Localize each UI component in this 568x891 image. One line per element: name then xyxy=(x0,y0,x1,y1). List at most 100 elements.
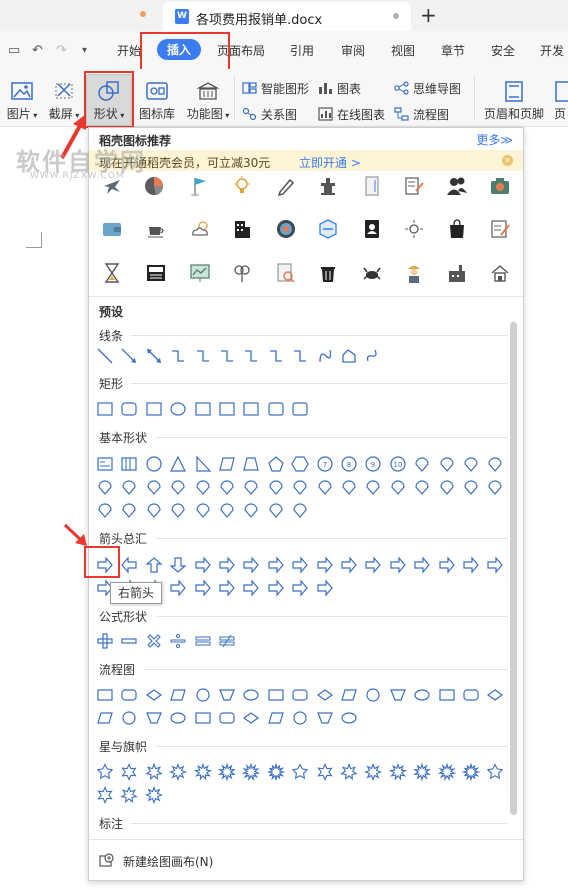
rect-shape-icon[interactable] xyxy=(291,400,309,418)
arrow-shape-icon[interactable] xyxy=(194,556,212,574)
basic-shape-shape-icon[interactable] xyxy=(291,478,309,496)
arrow-shape-icon[interactable] xyxy=(218,579,236,597)
rect-shape-icon[interactable] xyxy=(242,400,260,418)
basic-shape-shape-icon[interactable]: 9 xyxy=(364,455,382,473)
star-banner-shape-icon[interactable] xyxy=(169,763,188,781)
header-footer-button[interactable]: 页眉和页脚 xyxy=(482,80,546,122)
star-banner-shape-icon[interactable] xyxy=(120,763,138,781)
arrow-shape-icon[interactable] xyxy=(291,556,309,574)
flowchart-shape-shape-icon[interactable] xyxy=(218,709,236,727)
tab-close-dot[interactable] xyxy=(393,13,399,19)
rect-shape-icon[interactable] xyxy=(218,400,236,418)
online-chart-button[interactable]: 在线图表 xyxy=(318,106,385,123)
star-banner-shape-icon[interactable] xyxy=(388,763,407,781)
arrow-shape-icon[interactable] xyxy=(267,579,285,597)
pie-chart-icon[interactable] xyxy=(143,175,165,197)
icon-library-button[interactable]: 图标库 xyxy=(138,80,176,122)
star-banner-shape-icon[interactable] xyxy=(242,763,261,781)
arrow-shape-icon[interactable] xyxy=(218,556,236,574)
flowchart-shape-shape-icon[interactable] xyxy=(242,709,260,727)
print-icon[interactable]: ▭ xyxy=(8,43,20,58)
basic-shape-shape-icon[interactable] xyxy=(364,478,382,496)
star-banner-shape-icon[interactable] xyxy=(291,763,309,781)
plant-icon[interactable] xyxy=(231,262,253,284)
flowchart-shape-shape-icon[interactable] xyxy=(291,686,309,704)
promo-close-icon[interactable]: ✕ xyxy=(502,155,513,166)
rect-shape-icon[interactable] xyxy=(120,400,138,418)
factory-icon[interactable] xyxy=(446,262,468,284)
more-link[interactable]: 更多≫ xyxy=(476,131,513,148)
basic-shape-shape-icon[interactable] xyxy=(169,501,187,519)
flag-icon[interactable] xyxy=(189,175,211,197)
page-number-button[interactable]: 页 xyxy=(552,80,568,122)
star-banner-shape-icon[interactable] xyxy=(144,786,163,804)
flowchart-shape-shape-icon[interactable] xyxy=(120,709,138,727)
basic-shape-shape-icon[interactable] xyxy=(267,455,285,473)
flowchart-shape-shape-icon[interactable] xyxy=(169,686,187,704)
building-icon[interactable] xyxy=(231,218,253,240)
sale-sign-icon[interactable] xyxy=(145,262,167,284)
flowchart-shape-shape-icon[interactable] xyxy=(96,709,114,727)
function-chart-button[interactable]: 功能图 ▾ xyxy=(184,80,232,122)
sun-icon[interactable] xyxy=(403,218,425,240)
arrow-shape-icon[interactable] xyxy=(120,556,138,574)
star-banner-shape-icon[interactable] xyxy=(120,786,139,804)
arrow-shape-icon[interactable] xyxy=(316,556,334,574)
basic-shape-shape-icon[interactable] xyxy=(120,501,138,519)
flowchart-shape-shape-icon[interactable] xyxy=(316,709,334,727)
basic-shape-shape-icon[interactable] xyxy=(96,501,114,519)
tab-chapter[interactable]: 章节 xyxy=(441,42,465,59)
flowchart-shape-shape-icon[interactable] xyxy=(291,709,309,727)
flowchart-shape-shape-icon[interactable] xyxy=(120,686,138,704)
mindmap-button[interactable]: 思维导图 xyxy=(394,80,461,97)
new-canvas-button[interactable]: 新建绘图画布(N) xyxy=(89,839,523,880)
flowchart-shape-shape-icon[interactable] xyxy=(267,686,285,704)
basic-shape-shape-icon[interactable] xyxy=(462,455,480,473)
basic-shape-shape-icon[interactable] xyxy=(194,478,212,496)
arrow-shape-icon[interactable] xyxy=(413,556,431,574)
basic-shape-shape-icon[interactable] xyxy=(267,478,285,496)
users-icon[interactable] xyxy=(446,175,468,197)
basic-shape-shape-icon[interactable] xyxy=(486,478,504,496)
shopping-bag-icon[interactable] xyxy=(446,218,468,240)
basic-shape-shape-icon[interactable] xyxy=(96,478,114,496)
redo-icon[interactable]: ↷ xyxy=(56,43,67,58)
arrow-shape-icon[interactable] xyxy=(462,556,480,574)
line-shape-icon[interactable] xyxy=(96,347,114,365)
flowchart-shape-shape-icon[interactable] xyxy=(267,709,285,727)
promo-link[interactable]: 立即开通 > xyxy=(299,154,361,171)
worker-icon[interactable] xyxy=(403,262,425,284)
tab-references[interactable]: 引用 xyxy=(290,42,314,59)
rect-shape-icon[interactable] xyxy=(194,400,212,418)
formula-shape-shape-icon[interactable] xyxy=(218,632,236,650)
basic-shape-shape-icon[interactable] xyxy=(242,455,260,473)
star-banner-shape-icon[interactable] xyxy=(218,763,236,781)
undo-icon[interactable]: ↶ xyxy=(32,43,43,58)
rect-shape-icon[interactable] xyxy=(169,400,187,418)
basic-shape-shape-icon[interactable]: 8 xyxy=(340,455,358,473)
basic-shape-shape-icon[interactable] xyxy=(486,455,504,473)
basic-shape-shape-icon[interactable] xyxy=(96,455,114,473)
hourglass-icon[interactable] xyxy=(101,262,123,284)
crab-icon[interactable] xyxy=(361,262,383,284)
line-shape-icon[interactable] xyxy=(316,347,334,365)
arrow-shape-icon[interactable] xyxy=(169,556,187,574)
basic-shape-shape-icon[interactable] xyxy=(291,455,309,473)
line-shape-icon[interactable] xyxy=(145,347,163,365)
star-banner-shape-icon[interactable] xyxy=(486,763,504,781)
lightbulb-icon[interactable] xyxy=(231,175,253,197)
tab-view[interactable]: 视图 xyxy=(391,42,415,59)
flowchart-shape-shape-icon[interactable] xyxy=(169,709,187,727)
line-shape-icon[interactable] xyxy=(364,347,382,365)
cloud-sun-icon[interactable] xyxy=(189,218,211,240)
line-shape-icon[interactable] xyxy=(340,347,358,365)
rect-shape-icon[interactable] xyxy=(96,400,114,418)
flowchart-shape-shape-icon[interactable] xyxy=(340,686,358,704)
new-tab-button[interactable]: + xyxy=(420,3,437,27)
flowchart-shape-shape-icon[interactable] xyxy=(364,686,382,704)
line-shape-icon[interactable] xyxy=(120,347,138,365)
document-icon[interactable] xyxy=(361,175,383,197)
flowchart-shape-shape-icon[interactable] xyxy=(218,686,236,704)
hexagon-code-icon[interactable] xyxy=(317,218,339,240)
arrow-shape-icon[interactable] xyxy=(364,556,382,574)
